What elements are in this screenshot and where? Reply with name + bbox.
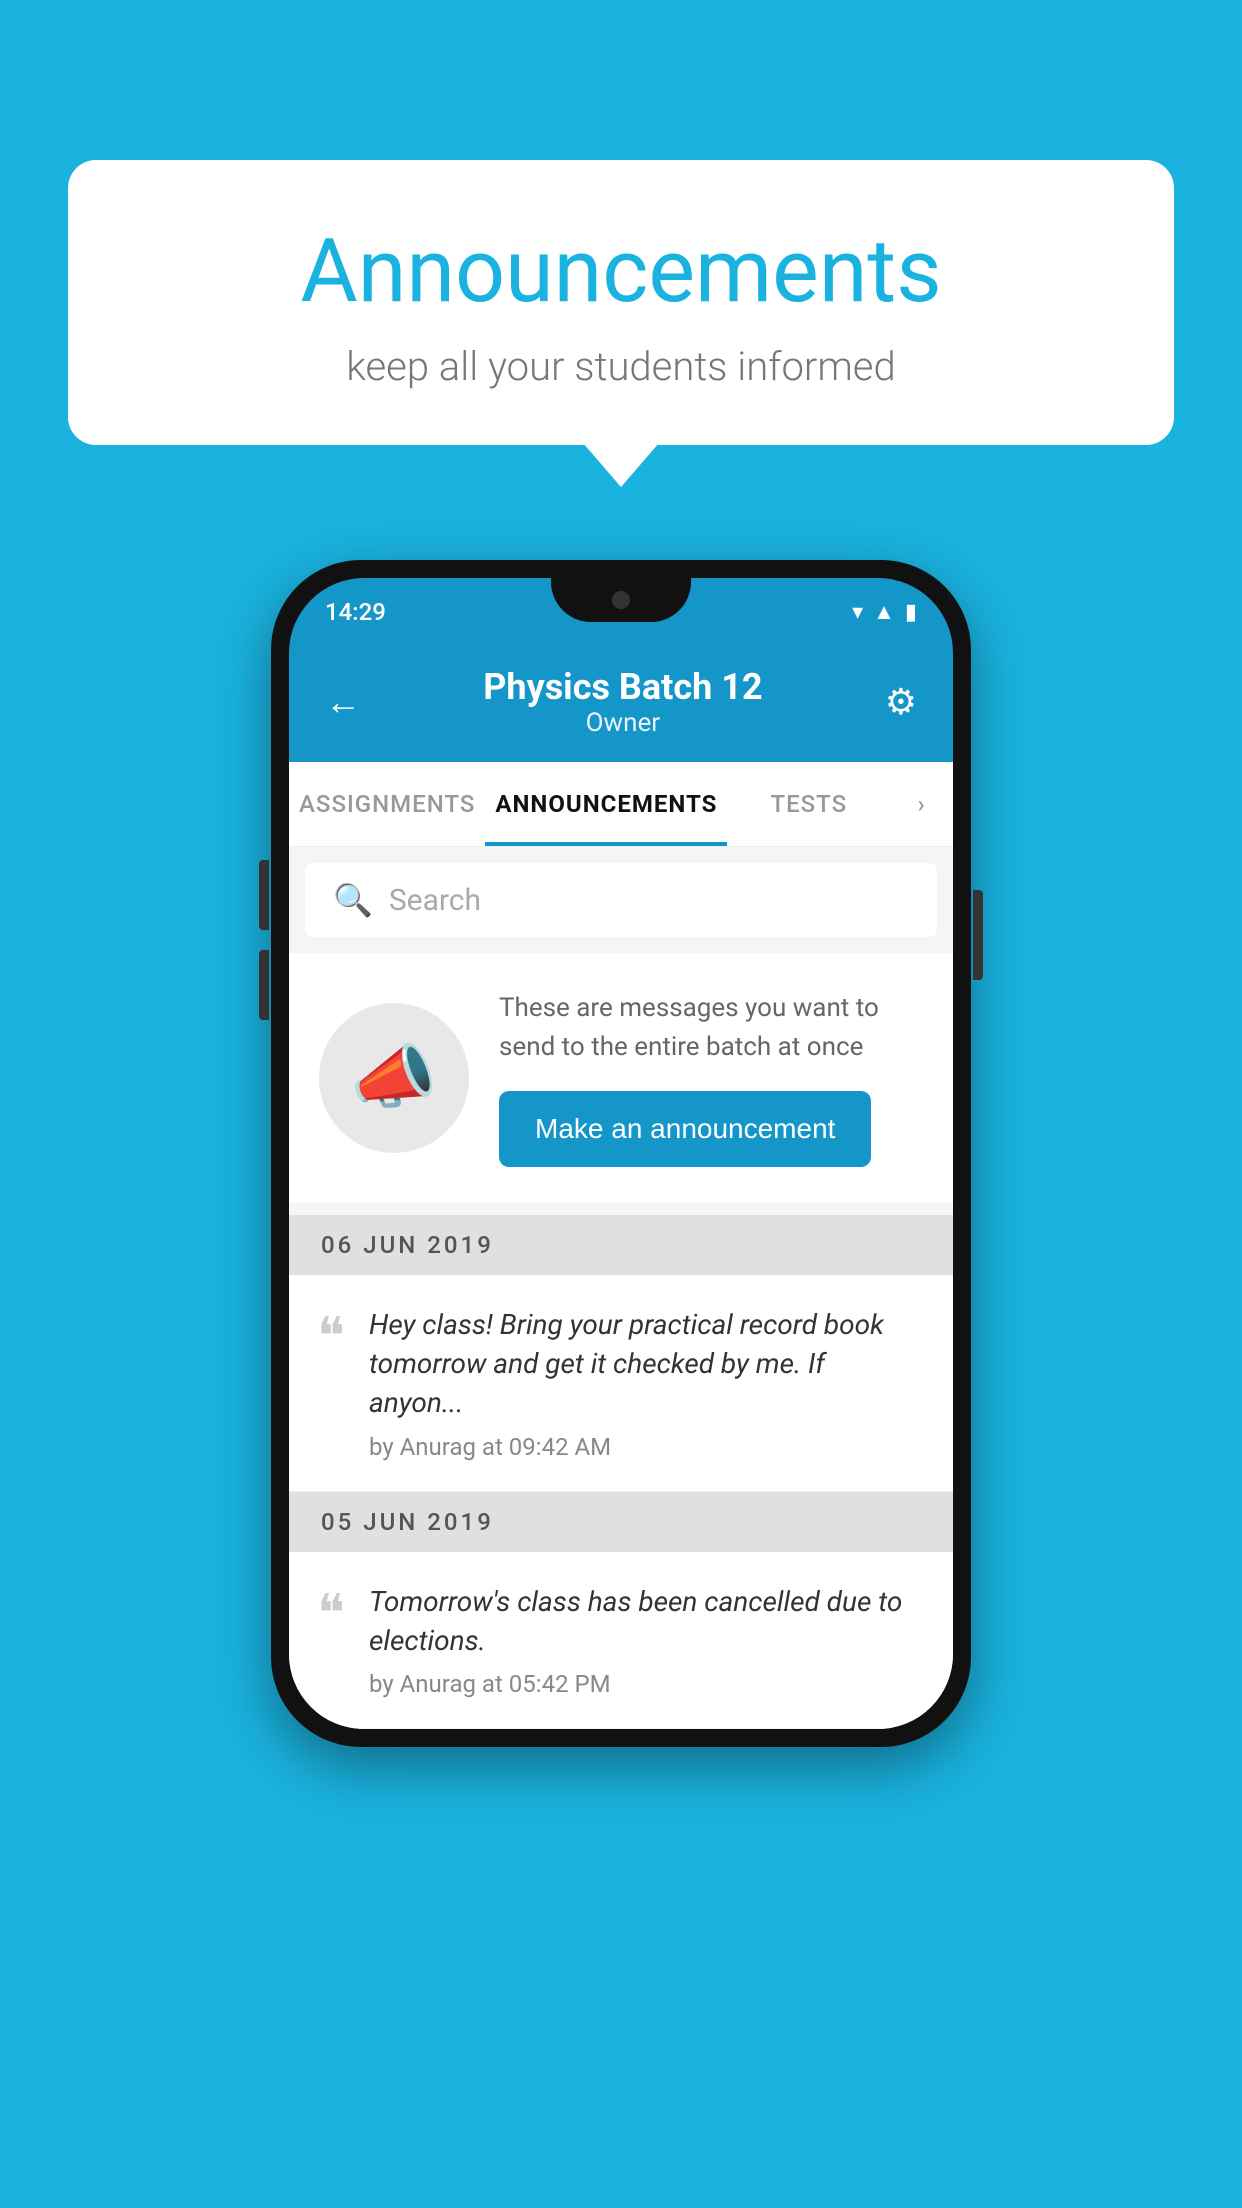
search-bar[interactable]: 🔍 Search xyxy=(305,863,937,937)
speech-bubble: Announcements keep all your students inf… xyxy=(68,160,1174,445)
search-icon: 🔍 xyxy=(333,881,373,919)
announcement-item-2[interactable]: ❝ Tomorrow's class has been cancelled du… xyxy=(289,1552,953,1729)
volume-button-down[interactable] xyxy=(259,950,269,1020)
megaphone-icon: 📣 xyxy=(350,1037,437,1119)
status-time: 14:29 xyxy=(325,598,386,626)
quote-icon-1: ❝ xyxy=(317,1311,345,1363)
batch-role: Owner xyxy=(483,708,762,738)
phone-screen: 14:29 ▾ ▲ ▮ ← Physics Batch 12 Owner ⚙ xyxy=(289,578,953,1729)
quote-icon-2: ❝ xyxy=(317,1588,345,1640)
content-area: 🔍 Search 📣 These are messages you want t… xyxy=(289,847,953,1729)
announcement-item-1[interactable]: ❝ Hey class! Bring your practical record… xyxy=(289,1275,953,1492)
intro-section: Announcements keep all your students inf… xyxy=(68,160,1174,445)
tab-bar: ASSIGNMENTS ANNOUNCEMENTS TESTS › xyxy=(289,762,953,847)
wifi-icon: ▾ xyxy=(852,600,863,625)
prompt-content: These are messages you want to send to t… xyxy=(499,989,923,1167)
announcement-content-1: Hey class! Bring your practical record b… xyxy=(369,1305,925,1461)
search-placeholder-text: Search xyxy=(389,883,481,918)
status-bar: 14:29 ▾ ▲ ▮ xyxy=(289,578,953,646)
signal-icon: ▲ xyxy=(873,599,895,625)
tab-more[interactable]: › xyxy=(890,762,953,846)
tab-tests[interactable]: TESTS xyxy=(727,762,890,846)
power-button[interactable] xyxy=(973,890,983,980)
make-announcement-button[interactable]: Make an announcement xyxy=(499,1091,871,1167)
back-button[interactable]: ← xyxy=(325,681,361,723)
date-separator-2: 05 JUN 2019 xyxy=(289,1492,953,1552)
announcement-content-2: Tomorrow's class has been cancelled due … xyxy=(369,1582,925,1698)
announcement-prompt: 📣 These are messages you want to send to… xyxy=(289,953,953,1203)
prompt-description: These are messages you want to send to t… xyxy=(499,989,923,1067)
header-center: Physics Batch 12 Owner xyxy=(483,666,762,738)
tab-assignments[interactable]: ASSIGNMENTS xyxy=(289,762,485,846)
volume-button-up[interactable] xyxy=(259,860,269,930)
announcement-text-1: Hey class! Bring your practical record b… xyxy=(369,1305,925,1423)
batch-title: Physics Batch 12 xyxy=(483,666,762,708)
announcement-meta-1: by Anurag at 09:42 AM xyxy=(369,1433,925,1461)
bubble-subtitle: keep all your students informed xyxy=(128,343,1114,390)
settings-icon[interactable]: ⚙ xyxy=(885,681,917,723)
phone-mockup: 14:29 ▾ ▲ ▮ ← Physics Batch 12 Owner ⚙ xyxy=(271,560,971,1747)
status-icons: ▾ ▲ ▮ xyxy=(852,599,917,625)
announcement-text-2: Tomorrow's class has been cancelled due … xyxy=(369,1582,925,1660)
announcement-meta-2: by Anurag at 05:42 PM xyxy=(369,1670,925,1698)
tab-announcements[interactable]: ANNOUNCEMENTS xyxy=(485,762,727,846)
battery-icon: ▮ xyxy=(905,600,917,625)
notch xyxy=(551,578,691,622)
camera xyxy=(612,591,630,609)
app-header: ← Physics Batch 12 Owner ⚙ xyxy=(289,646,953,762)
bubble-title: Announcements xyxy=(128,220,1114,323)
date-separator-1: 06 JUN 2019 xyxy=(289,1215,953,1275)
megaphone-circle: 📣 xyxy=(319,1003,469,1153)
